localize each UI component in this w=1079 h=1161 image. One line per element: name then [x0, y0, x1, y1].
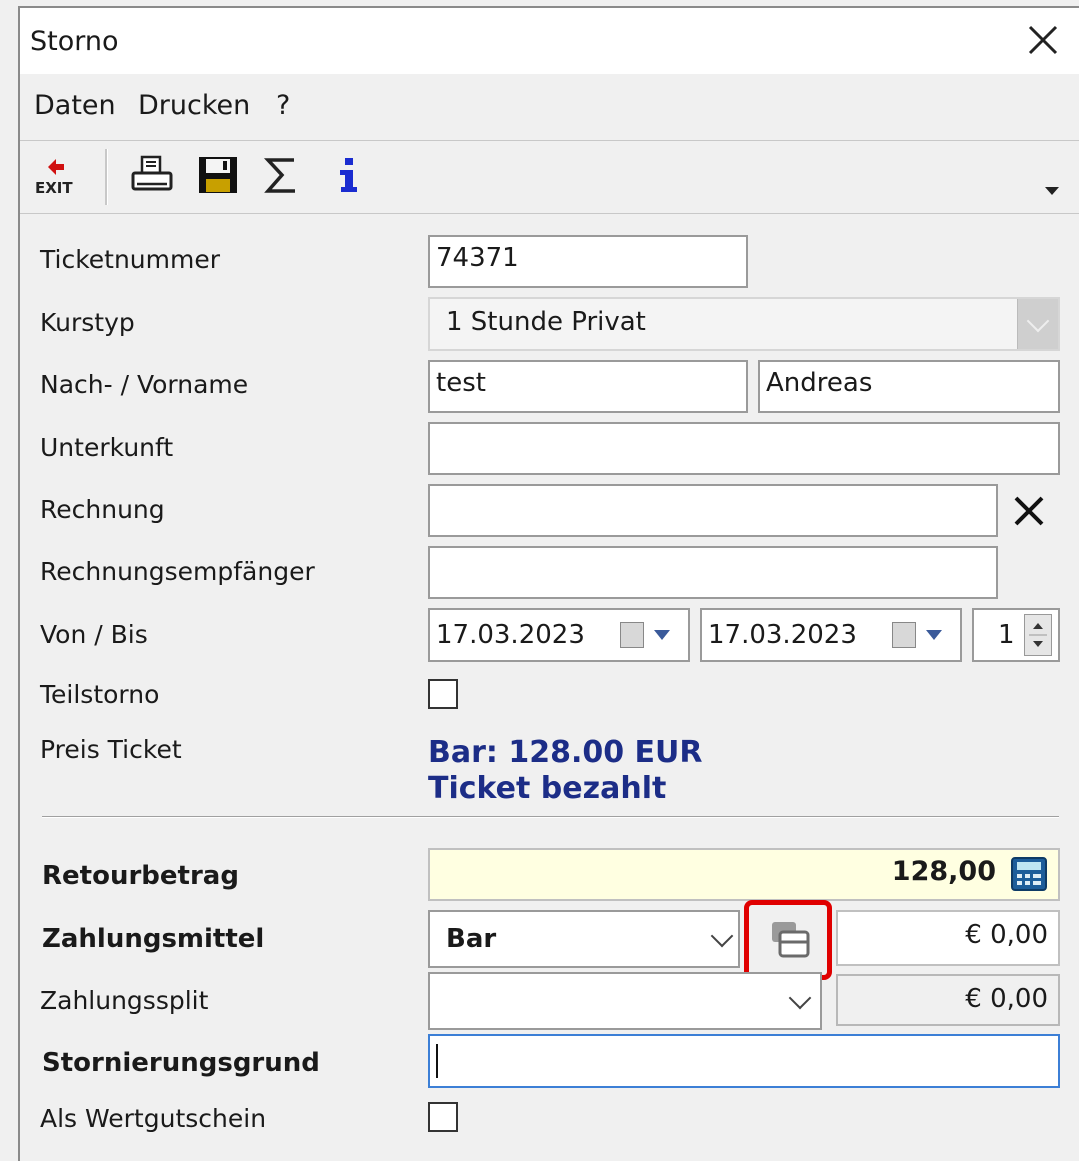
date-from-dropdown-icon[interactable]: [654, 630, 670, 640]
label-unterkunft: Unterkunft: [40, 433, 174, 462]
sum-icon[interactable]: [258, 151, 308, 201]
zahlungsmittel-value: Bar: [446, 924, 497, 954]
toolbar-separator: [105, 149, 108, 205]
save-icon[interactable]: [194, 151, 244, 201]
print-icon[interactable]: [128, 151, 178, 201]
days-value: 1: [998, 620, 1015, 650]
toolbar-overflow-icon[interactable]: [1045, 187, 1059, 195]
label-von-bis: Von / Bis: [40, 620, 148, 649]
label-zahlungsmittel: Zahlungsmittel: [42, 924, 265, 954]
toolbar: EXIT: [20, 141, 1079, 214]
spinner-buttons[interactable]: [1024, 614, 1052, 656]
unterkunft-field[interactable]: [428, 422, 1060, 475]
teilstorno-checkbox[interactable]: [428, 679, 458, 709]
date-from-value: 17.03.2023: [436, 620, 585, 650]
section-divider: [42, 816, 1059, 818]
window-title: Storno: [30, 26, 119, 57]
exit-icon[interactable]: EXIT: [32, 151, 82, 201]
kurstyp-dropdown-button[interactable]: [1017, 299, 1058, 349]
close-icon[interactable]: [1021, 18, 1065, 62]
chevron-down-icon[interactable]: [788, 986, 812, 1010]
last-name-field[interactable]: test: [428, 360, 748, 413]
text-cursor: [436, 1044, 438, 1078]
chevron-down-icon[interactable]: [710, 924, 734, 948]
date-to-value: 17.03.2023: [708, 620, 857, 650]
first-name-field[interactable]: Andreas: [758, 360, 1060, 413]
chevron-down-icon: [1026, 309, 1050, 333]
menu-drucken[interactable]: Drucken: [138, 90, 250, 121]
label-rechnung: Rechnung: [40, 495, 165, 524]
zahlungssplit-select[interactable]: [428, 972, 822, 1030]
kurstyp-value: 1 Stunde Privat: [446, 307, 646, 337]
zahlungsmittel-select[interactable]: Bar: [428, 910, 740, 968]
label-preis-ticket: Preis Ticket: [40, 735, 182, 764]
label-ticketnummer: Ticketnummer: [40, 245, 221, 274]
wertgutschein-checkbox[interactable]: [428, 1102, 458, 1132]
stornierungsgrund-field[interactable]: [428, 1034, 1060, 1088]
preis-ticket-line1: Bar: 128.00 EUR: [428, 735, 703, 770]
ticketnummer-field[interactable]: 74371: [428, 235, 748, 288]
label-retourbetrag: Retourbetrag: [42, 861, 239, 891]
calendar-icon[interactable]: [892, 622, 916, 648]
date-to-field[interactable]: 17.03.2023: [700, 608, 962, 662]
svg-text:EXIT: EXIT: [35, 179, 73, 197]
menu-help[interactable]: ?: [276, 90, 290, 121]
kurstyp-select[interactable]: 1 Stunde Privat: [428, 297, 1060, 351]
storno-dialog: Storno Daten Drucken ? EXIT Ticketnummer…: [18, 6, 1079, 1161]
calculator-icon[interactable]: [1010, 856, 1048, 892]
label-name: Nach- / Vorname: [40, 370, 249, 399]
menu-bar: Daten Drucken ?: [20, 74, 1079, 141]
info-icon[interactable]: [324, 151, 374, 201]
zahlungsmittel-amount-field[interactable]: € 0,00: [836, 910, 1060, 966]
label-teilstorno: Teilstorno: [40, 680, 160, 709]
payment-card-icon[interactable]: [768, 918, 812, 960]
zahlungssplit-amount-field: € 0,00: [836, 974, 1060, 1026]
calendar-icon[interactable]: [620, 622, 644, 648]
label-wertgutschein: Als Wertgutschein: [40, 1104, 267, 1133]
preis-ticket-line2: Ticket bezahlt: [428, 771, 667, 806]
label-rechnungsempfaenger: Rechnungsempfänger: [40, 557, 315, 586]
label-stornierungsgrund: Stornierungsgrund: [42, 1048, 320, 1078]
label-zahlungssplit: Zahlungssplit: [40, 986, 209, 1015]
clear-rechnung-icon[interactable]: [1010, 492, 1048, 530]
title-bar: Storno: [20, 8, 1079, 74]
days-spinner[interactable]: 1: [972, 608, 1060, 662]
retourbetrag-field[interactable]: 128,00: [428, 848, 1060, 901]
retourbetrag-value: 128,00: [891, 856, 996, 887]
label-kurstyp: Kurstyp: [40, 308, 135, 337]
date-to-dropdown-icon[interactable]: [926, 630, 942, 640]
rechnung-field[interactable]: [428, 484, 998, 537]
rechnungsempfaenger-field[interactable]: [428, 546, 998, 599]
date-from-field[interactable]: 17.03.2023: [428, 608, 690, 662]
menu-daten[interactable]: Daten: [34, 90, 116, 121]
